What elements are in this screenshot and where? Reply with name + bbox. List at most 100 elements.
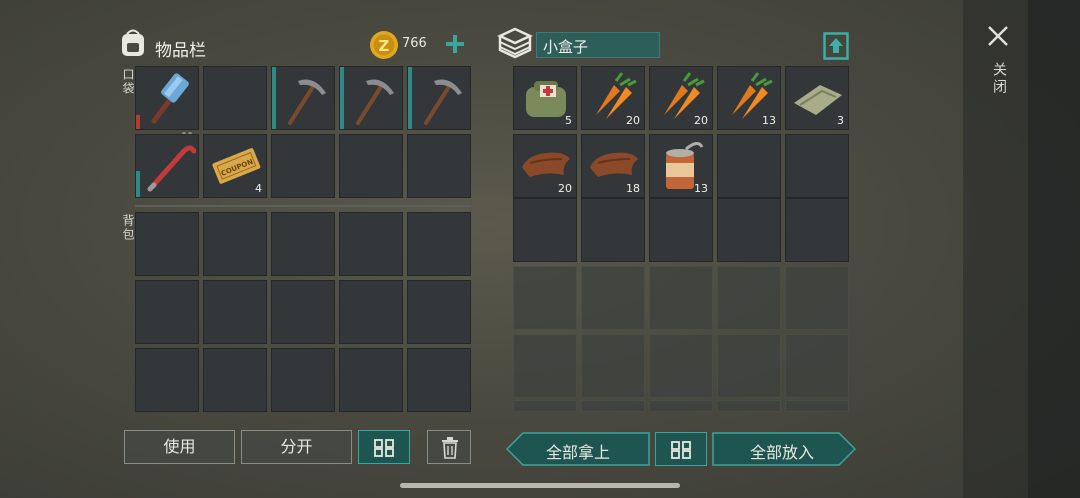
container-slot[interactable] <box>581 334 645 398</box>
grid-icon <box>671 441 691 463</box>
section-divider <box>135 205 471 207</box>
container-slot[interactable] <box>785 334 849 398</box>
pocket-slot[interactable]: COUPON 4 <box>203 134 267 198</box>
container-name-field[interactable]: 小盒子 <box>536 32 660 58</box>
trash-button[interactable] <box>427 430 471 464</box>
backpack-slot[interactable] <box>407 212 471 276</box>
container-slot[interactable] <box>649 400 713 412</box>
container-slot[interactable] <box>717 134 781 198</box>
container-slot[interactable] <box>649 198 713 262</box>
container-slot[interactable] <box>513 198 577 262</box>
item-count: 3 <box>837 114 844 127</box>
durability-bar <box>136 115 140 129</box>
container-slot[interactable]: 13 <box>717 66 781 130</box>
container-slot[interactable]: 3 <box>785 66 849 130</box>
durability-bar <box>272 67 276 129</box>
backpack-slot[interactable] <box>339 212 403 276</box>
item-count: 5 <box>565 114 572 127</box>
container-slot[interactable] <box>513 334 577 398</box>
put-all-label: 全部放入 <box>749 443 814 462</box>
container-slot[interactable] <box>649 266 713 330</box>
backpack-slot[interactable] <box>271 212 335 276</box>
backpack-slot[interactable] <box>339 348 403 412</box>
container-slot[interactable] <box>717 400 781 412</box>
pickaxe-icon <box>344 71 400 131</box>
container-slot[interactable] <box>717 334 781 398</box>
take-all-button[interactable]: 全部拿上 <box>506 432 650 466</box>
container-slot[interactable] <box>717 198 781 262</box>
trash-icon <box>441 437 459 463</box>
container-slot[interactable]: 20 <box>513 134 577 198</box>
coin-icon: Z <box>369 30 399 60</box>
backpack-slot[interactable] <box>407 348 471 412</box>
container-slot[interactable]: 18 <box>581 134 645 198</box>
container-slot[interactable]: 13 <box>649 134 713 198</box>
pocket-slot[interactable] <box>407 66 471 130</box>
pocket-slot[interactable] <box>135 66 199 136</box>
svg-text:Z: Z <box>379 37 390 55</box>
container-slot[interactable] <box>785 266 849 330</box>
inventory-title: 物品栏 <box>155 41 206 61</box>
item-count: 20 <box>626 114 640 127</box>
container-slot[interactable]: 20 <box>581 66 645 130</box>
container-slot[interactable] <box>785 134 849 198</box>
container-sort-button[interactable] <box>655 432 707 466</box>
container-slot[interactable] <box>513 400 577 412</box>
sort-grid-button[interactable] <box>358 430 410 464</box>
pocket-slot[interactable] <box>271 66 335 130</box>
backpack-slot[interactable] <box>203 280 267 344</box>
backpack-slot[interactable] <box>135 348 199 412</box>
item-count: 20 <box>694 114 708 127</box>
currency-amount: 766 <box>402 36 427 51</box>
container-slot[interactable] <box>649 334 713 398</box>
durability-bar <box>340 67 344 129</box>
close-label[interactable]: 关闭 <box>989 62 1009 96</box>
item-count: 13 <box>694 182 708 195</box>
close-icon[interactable] <box>986 24 1010 48</box>
pocket-slot[interactable] <box>407 134 471 198</box>
pocket-slot[interactable] <box>339 134 403 198</box>
container-slot[interactable] <box>581 198 645 262</box>
backpack-slot[interactable] <box>203 348 267 412</box>
put-all-button[interactable]: 全部放入 <box>712 432 856 466</box>
item-count: 4 <box>255 182 262 195</box>
pickaxe-icon <box>276 71 332 131</box>
container-name: 小盒子 <box>543 38 589 56</box>
grid-icon <box>374 439 394 461</box>
container-slot[interactable] <box>717 266 781 330</box>
backpack-slot[interactable] <box>339 280 403 344</box>
backpack-slot[interactable] <box>407 280 471 344</box>
pickaxe-icon <box>412 71 468 131</box>
container-slot[interactable]: 20 <box>649 66 713 130</box>
container-slot[interactable] <box>581 400 645 412</box>
add-currency-plus-icon[interactable] <box>443 32 467 56</box>
container-slot[interactable] <box>785 198 849 262</box>
crowbar-icon <box>140 139 197 199</box>
take-all-label: 全部拿上 <box>545 443 610 462</box>
durability-bar <box>408 67 412 129</box>
pocket-slot[interactable] <box>339 66 403 130</box>
box-container-icon <box>497 26 533 60</box>
side-panel-edge <box>1028 0 1080 498</box>
backpack-slot[interactable] <box>203 212 267 276</box>
pocket-slot[interactable] <box>271 134 335 198</box>
pocket-slot[interactable] <box>203 66 267 130</box>
item-count: 20 <box>558 182 572 195</box>
split-button[interactable]: 分开 <box>241 430 352 464</box>
container-slot[interactable] <box>513 266 577 330</box>
item-count: 13 <box>762 114 776 127</box>
item-count: 18 <box>626 182 640 195</box>
upload-icon[interactable] <box>823 32 849 60</box>
container-slot[interactable] <box>581 266 645 330</box>
durability-bar <box>136 171 140 197</box>
container-slot[interactable] <box>785 400 849 412</box>
backpack-icon <box>117 26 149 58</box>
backpack-slot[interactable] <box>271 348 335 412</box>
ammo-dots-icon <box>182 121 192 136</box>
use-button[interactable]: 使用 <box>124 430 235 464</box>
backpack-slot[interactable] <box>135 212 199 276</box>
pocket-slot[interactable] <box>135 134 199 198</box>
container-slot[interactable]: 5 <box>513 66 577 130</box>
backpack-slot[interactable] <box>271 280 335 344</box>
backpack-slot[interactable] <box>135 280 199 344</box>
